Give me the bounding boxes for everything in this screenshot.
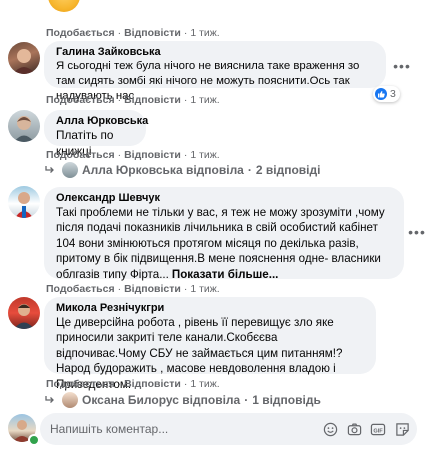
timestamp[interactable]: 1 тиж.: [190, 283, 219, 295]
comment-bubble: Галина Зайковська Я сьогодні теж була ні…: [44, 41, 386, 102]
reaction-number: 3: [390, 88, 396, 100]
comment-actions: Подобається · Відповісти · 1 тиж.: [46, 283, 220, 295]
timestamp[interactable]: 1 тиж.: [190, 27, 219, 39]
reply-link[interactable]: Відповісти: [124, 283, 181, 295]
comment-actions: Подобається · Відповісти · 1 тиж.: [46, 149, 220, 161]
online-status-indicator: [28, 434, 40, 446]
more-options-icon[interactable]: •••: [392, 56, 412, 76]
avatar-photo-icon: [14, 116, 34, 142]
reply-arrow-icon: [45, 166, 54, 173]
comment-actions: Подобається · Відповісти · 1 тиж.: [46, 27, 220, 39]
reply-count: 1 відповідь: [252, 393, 321, 407]
like-link[interactable]: Подобається: [46, 283, 115, 295]
avatar[interactable]: [8, 110, 40, 142]
reply-avatar: [62, 392, 78, 408]
gif-icon[interactable]: GIF: [369, 420, 387, 438]
comment-bubble: Микола Резнічукгри Це диверсійна робота …: [44, 297, 376, 391]
reply-link[interactable]: Відповісти: [124, 149, 181, 161]
avatar-photo-icon: [15, 192, 33, 218]
view-replies-link[interactable]: Алла Юрковська відповіла · 2 відповіді: [44, 162, 320, 178]
like-reaction-icon: [375, 88, 387, 100]
like-link[interactable]: Подобається: [46, 27, 115, 39]
reply-link[interactable]: Відповісти: [124, 94, 181, 106]
avatar[interactable]: [8, 42, 40, 74]
like-link[interactable]: Подобається: [46, 149, 115, 161]
comment-composer: GIF: [40, 413, 417, 445]
comment-bubble: Алла Юрковська Платіть по книжці: [44, 110, 148, 158]
sticker-icon[interactable]: [393, 420, 411, 438]
comment-bubble: Олександр Шевчук Такі проблеми не тільки…: [44, 187, 404, 282]
reply-summary: Алла Юрковська відповіла: [82, 163, 244, 177]
more-options-icon[interactable]: •••: [407, 222, 427, 242]
comment-author[interactable]: Микола Резнічукгри: [56, 301, 364, 315]
comment-input[interactable]: [40, 421, 321, 437]
comment-author[interactable]: Алла Юрковська: [56, 114, 148, 128]
partial-reaction-emoji: [48, 0, 80, 12]
emoji-icon[interactable]: [321, 420, 339, 438]
avatar[interactable]: [8, 297, 40, 329]
comment-author[interactable]: Галина Зайковська: [56, 45, 374, 59]
comment-actions: Подобається · Відповісти · 1 тиж.: [46, 94, 220, 106]
timestamp[interactable]: 1 тиж.: [190, 378, 219, 390]
reply-link[interactable]: Відповісти: [124, 378, 181, 390]
avatar-photo-icon: [13, 49, 35, 74]
like-link[interactable]: Подобається: [46, 94, 115, 106]
reply-count: 2 відповіді: [255, 163, 321, 177]
svg-text:GIF: GIF: [373, 428, 383, 434]
comment-actions: Подобається · Відповісти · 1 тиж.: [46, 378, 220, 390]
reply-link[interactable]: Відповісти: [124, 27, 181, 39]
comment-author[interactable]: Олександр Шевчук: [56, 191, 392, 205]
timestamp[interactable]: 1 тиж.: [190, 94, 219, 106]
camera-icon[interactable]: [345, 420, 363, 438]
reaction-count[interactable]: 3: [373, 86, 400, 102]
avatar-photo-icon: [14, 304, 34, 329]
timestamp[interactable]: 1 тиж.: [190, 149, 219, 161]
reply-avatar: [62, 162, 78, 178]
reply-arrow-icon: [45, 396, 54, 403]
reply-summary: Оксана Билорус відповіла: [82, 393, 241, 407]
like-link[interactable]: Подобається: [46, 378, 115, 390]
view-replies-link[interactable]: Оксана Билорус відповіла · 1 відповідь: [44, 392, 321, 408]
avatar[interactable]: [8, 186, 40, 218]
comment-text: Такі проблеми не тільки у вас, я теж не …: [56, 205, 392, 282]
show-more-link[interactable]: Показати більше...: [172, 268, 279, 281]
